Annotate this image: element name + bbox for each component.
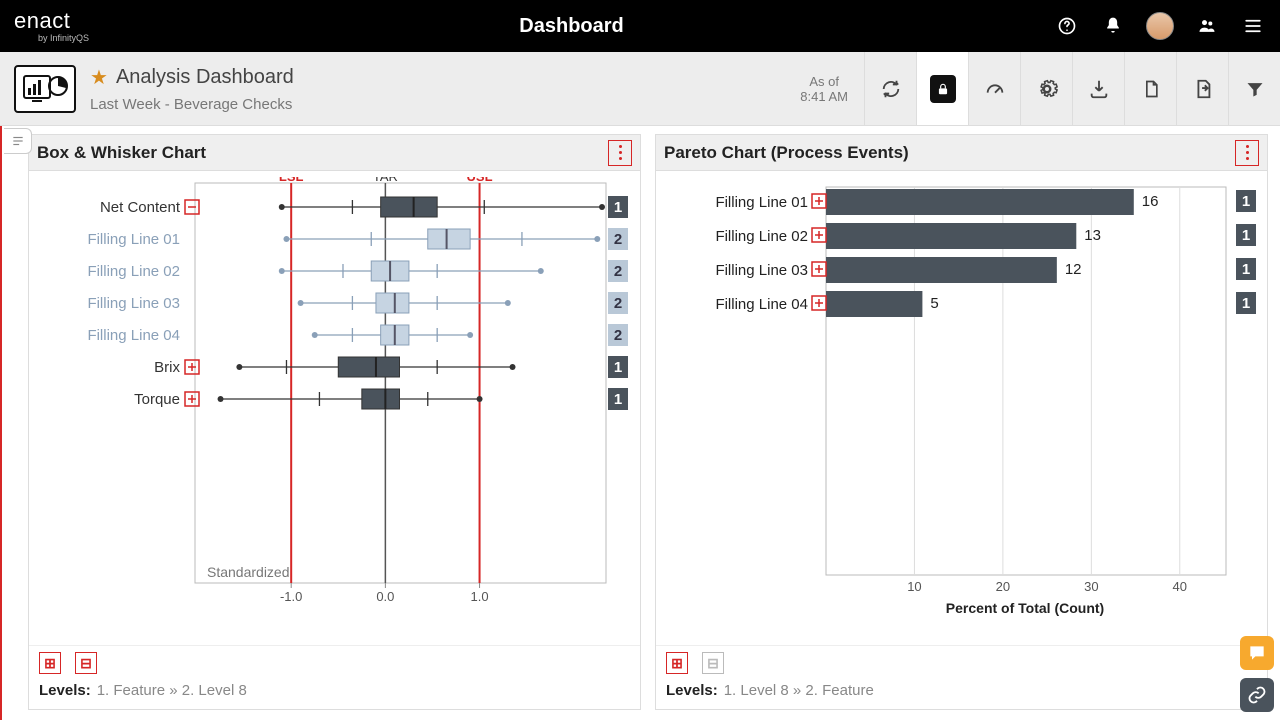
panel-boxwhisker: Box & Whisker Chart LSL TAR USL Net Content…: [28, 134, 641, 710]
brand-logo: enact by InfinityQS: [14, 10, 89, 43]
svg-text:Filling Line 04: Filling Line 04: [87, 327, 180, 344]
dashboard-icon: [14, 65, 76, 113]
svg-text:5: 5: [930, 295, 938, 312]
svg-text:USL: USL: [467, 177, 493, 184]
panel-pareto-title: Pareto Chart (Process Events): [664, 143, 909, 163]
svg-text:Filling Line 04: Filling Line 04: [715, 296, 808, 313]
svg-text:1: 1: [1242, 227, 1250, 244]
svg-text:1: 1: [614, 199, 622, 216]
svg-text:Filling Line 03: Filling Line 03: [715, 262, 808, 279]
panel-pareto-menu[interactable]: [1235, 140, 1259, 166]
svg-text:1: 1: [1242, 295, 1250, 312]
download-button[interactable]: [1072, 52, 1124, 125]
svg-text:30: 30: [1084, 579, 1098, 594]
refresh-button[interactable]: [864, 52, 916, 125]
svg-text:16: 16: [1142, 193, 1159, 210]
pareto-expand-all-button[interactable]: ⊞: [666, 652, 688, 674]
svg-text:Torque: Torque: [134, 391, 180, 408]
brand-text: enact: [14, 10, 89, 32]
asof-label: As of: [809, 74, 839, 89]
svg-text:2: 2: [614, 327, 622, 344]
svg-text:Filling Line 01: Filling Line 01: [715, 194, 808, 211]
box-levels: Levels:1. Feature » 2. Level 8: [39, 682, 630, 699]
expand-all-button[interactable]: ⊞: [39, 652, 61, 674]
svg-text:1: 1: [1242, 261, 1250, 278]
lock-button[interactable]: [916, 52, 968, 125]
avatar[interactable]: [1146, 12, 1174, 40]
export-button[interactable]: [1176, 52, 1228, 125]
link-button[interactable]: [1240, 678, 1274, 712]
users-icon[interactable]: [1194, 13, 1220, 39]
settings-button[interactable]: [1020, 52, 1072, 125]
dashboard-title: Analysis Dashboard: [116, 66, 294, 89]
subheader: ★ Analysis Dashboard Last Week - Beverag…: [0, 52, 1280, 126]
document-button[interactable]: [1124, 52, 1176, 125]
help-icon[interactable]: [1054, 13, 1080, 39]
topbar: enact by InfinityQS Dashboard: [0, 0, 1280, 52]
panel-box-menu[interactable]: [608, 140, 632, 166]
svg-text:10: 10: [907, 579, 921, 594]
svg-text:Filling Line 03: Filling Line 03: [87, 295, 180, 312]
svg-text:LSL: LSL: [279, 177, 304, 184]
asof-block: As of 8:41 AM: [784, 52, 864, 125]
bell-icon[interactable]: [1100, 13, 1126, 39]
svg-text:1.0: 1.0: [471, 589, 489, 604]
asof-time: 8:41 AM: [800, 89, 848, 104]
svg-text:Filling Line 02: Filling Line 02: [715, 228, 808, 245]
svg-text:Brix: Brix: [154, 359, 180, 376]
gauge-button[interactable]: [968, 52, 1020, 125]
page-title-top: Dashboard: [89, 15, 1054, 38]
panel-pareto: Pareto Chart (Process Events) 10 20 30 40 Fi…: [655, 134, 1268, 710]
filter-button[interactable]: [1228, 52, 1280, 125]
svg-text:-1.0: -1.0: [280, 589, 302, 604]
drawer-toggle[interactable]: [4, 128, 32, 154]
panel-box-title: Box & Whisker Chart: [37, 143, 206, 163]
boxwhisker-chart[interactable]: LSL TAR USL Net Content 1 Filling Line 01 2 Fil…: [29, 171, 640, 645]
context-line: Last Week - Beverage Checks: [90, 96, 294, 113]
svg-text:2: 2: [614, 231, 622, 248]
svg-text:Filling Line 01: Filling Line 01: [87, 231, 180, 248]
pareto-levels: Levels:1. Level 8 » 2. Feature: [666, 682, 1257, 699]
star-icon[interactable]: ★: [90, 65, 108, 90]
svg-text:12: 12: [1065, 261, 1082, 278]
svg-text:1: 1: [1242, 193, 1250, 210]
svg-text:Standardized: Standardized: [207, 564, 290, 580]
pareto-collapse-all-button: ⊟: [702, 652, 724, 674]
collapse-all-button[interactable]: ⊟: [75, 652, 97, 674]
svg-text:1: 1: [614, 359, 622, 376]
svg-text:TAR: TAR: [373, 177, 398, 184]
chat-button[interactable]: [1240, 636, 1274, 670]
svg-text:20: 20: [996, 579, 1010, 594]
pareto-chart[interactable]: 10 20 30 40 Filling Line 01 16 1 Filling Line 0…: [656, 171, 1267, 645]
svg-text:2: 2: [614, 295, 622, 312]
svg-text:40: 40: [1173, 579, 1187, 594]
svg-text:13: 13: [1084, 227, 1101, 244]
svg-text:0.0: 0.0: [376, 589, 394, 604]
svg-text:1: 1: [614, 391, 622, 408]
menu-icon[interactable]: [1240, 13, 1266, 39]
svg-text:Filling Line 02: Filling Line 02: [87, 263, 180, 280]
svg-text:2: 2: [614, 263, 622, 280]
svg-text:Net Content: Net Content: [100, 199, 181, 216]
svg-text:Percent of Total (Count): Percent of Total (Count): [946, 600, 1104, 616]
brand-sub: by InfinityQS: [14, 34, 89, 43]
